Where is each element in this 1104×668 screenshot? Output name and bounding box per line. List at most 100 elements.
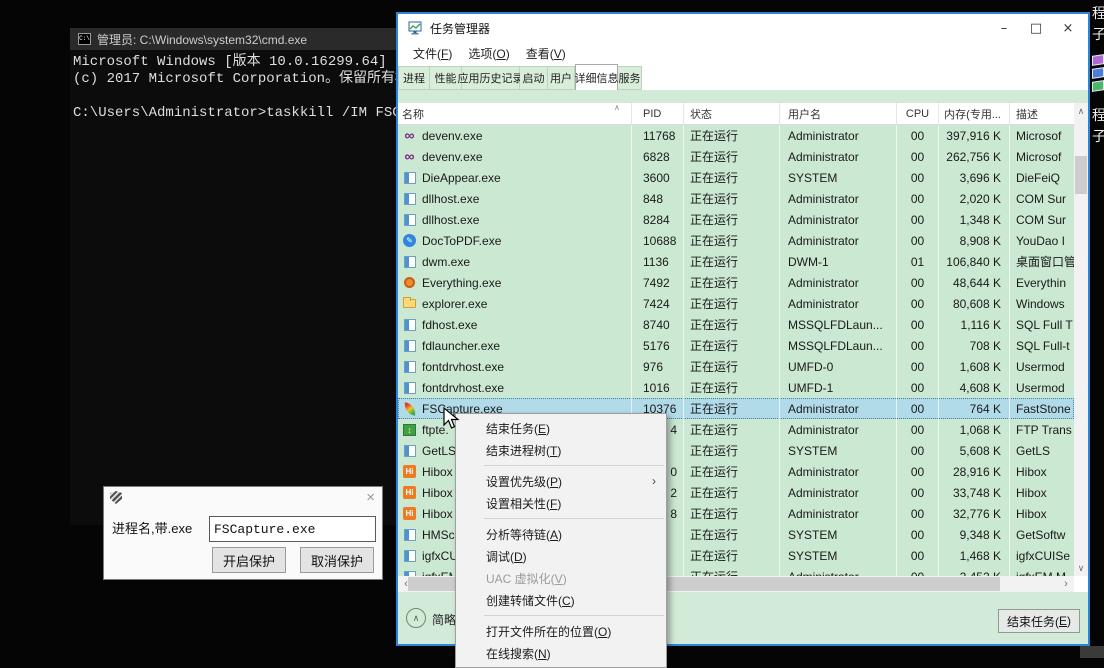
menubar-item-o[interactable]: 选项(O) [460, 45, 517, 62]
context-menu-item-c[interactable]: 创建转储文件(C) [456, 589, 666, 611]
table-row[interactable]: ∞devenv.exe 11768 正在运行 Administrator 00 … [398, 125, 1074, 146]
table-row[interactable]: fdlauncher.exe 5176 正在运行 MSSQLFDLaun... … [398, 335, 1074, 356]
table-row[interactable]: dllhost.exe 848 正在运行 Administrator 00 2,… [398, 188, 1074, 209]
menubar-item-v[interactable]: 查看(V) [518, 45, 574, 62]
menubar-item-f[interactable]: 文件(F) [405, 45, 460, 62]
column-header-cpu[interactable]: CPU [897, 103, 939, 124]
context-menu-item-t[interactable]: 结束进程树(T) [456, 439, 666, 461]
window-title: 任务管理器 [430, 20, 490, 37]
process-name-input[interactable] [209, 516, 376, 542]
process-icon [402, 548, 417, 563]
maximize-button[interactable]: □ [1020, 14, 1052, 42]
minimize-button[interactable]: – [988, 14, 1020, 42]
context-menu: 结束任务(E)结束进程树(T) 设置优先级(P)›设置相关性(F) 分析等待链(A)… [455, 413, 667, 668]
process-icon [402, 170, 417, 185]
task-manager-icon [408, 21, 422, 35]
window-background [398, 90, 1088, 103]
process-icon [402, 317, 417, 332]
column-header-user[interactable]: 用户名 [780, 103, 897, 124]
process-icon [402, 296, 417, 311]
cmd-window: C:\ 管理员: C:\Windows\system32\cmd.exe Mic… [70, 28, 397, 525]
protect-dialog: × 进程名,带.exe 开启保护 取消保护 [103, 486, 383, 580]
table-row[interactable]: explorer.exe 7424 正在运行 Administrator 00 … [398, 293, 1074, 314]
cmd-title: 管理员: C:\Windows\system32\cmd.exe [97, 31, 307, 48]
process-icon [402, 212, 417, 227]
tab-用户[interactable]: 用户 [548, 66, 575, 90]
context-menu-item-n[interactable]: 在线搜索(N) [456, 642, 666, 664]
desktop-app-icon[interactable] [1092, 55, 1104, 94]
table-row[interactable]: ∞devenv.exe 6828 正在运行 Administrator 00 2… [398, 146, 1074, 167]
tab-启动[interactable]: 启动 [520, 66, 548, 90]
process-icon: ✎ [402, 233, 417, 248]
process-icon [402, 569, 417, 576]
column-header-pid[interactable]: PID [632, 103, 684, 124]
submenu-arrow-icon: › [652, 474, 656, 488]
desktop-icon-label[interactable]: 程子 [1092, 105, 1104, 147]
process-icon [402, 275, 417, 290]
enable-protect-button[interactable]: 开启保护 [212, 547, 286, 573]
scroll-down-icon[interactable]: ∨ [1074, 560, 1088, 576]
cmd-icon: C:\ [78, 33, 91, 45]
vertical-scrollbar-thumb[interactable] [1075, 156, 1087, 194]
context-menu-item-d[interactable]: 调试(D) [456, 545, 666, 567]
process-icon [402, 191, 417, 206]
close-icon[interactable]: × [366, 489, 375, 506]
column-header-name[interactable]: 名称 [398, 103, 632, 124]
tab-服务[interactable]: 服务 [618, 66, 642, 90]
tab-详细信息[interactable]: 详细信息 [575, 64, 618, 90]
process-icon: Hi [402, 485, 417, 500]
tab-bar: 进程性能应用历史记录启动用户详细信息服务 [398, 64, 1088, 90]
context-menu-item-e[interactable]: 结束任务(E) [456, 417, 666, 439]
process-name-label: 进程名,带.exe [112, 518, 192, 537]
context-menu-item-p[interactable]: 设置优先级(P)› [456, 470, 666, 492]
table-row[interactable]: DieAppear.exe 3600 正在运行 SYSTEM 00 3,696 … [398, 167, 1074, 188]
process-icon [402, 380, 417, 395]
desktop-app-icon-layer [1092, 54, 1104, 66]
process-icon [402, 359, 417, 374]
process-icon: ∞ [402, 149, 417, 164]
desktop-icon-label[interactable]: 程子 [1092, 3, 1104, 45]
desktop-app-icon-layer [1092, 67, 1104, 79]
context-menu-item-a[interactable]: 分析等待链(A) [456, 523, 666, 545]
column-header-status[interactable]: 状态 [684, 103, 780, 124]
tab-进程[interactable]: 进程 [398, 66, 430, 90]
tab-应用历史记录[interactable]: 应用历史记录 [462, 66, 520, 90]
menu-bar: 文件(F)选项(O)查看(V) [398, 42, 1088, 64]
context-menu-item-o[interactable]: 打开文件所在的位置(O) [456, 620, 666, 642]
table-row[interactable]: dllhost.exe 8284 正在运行 Administrator 00 1… [398, 209, 1074, 230]
collapse-details-label[interactable]: 简略 [432, 611, 456, 628]
process-icon: ↕ [402, 422, 417, 437]
table-row[interactable]: fontdrvhost.exe 976 正在运行 UMFD-0 00 1,608… [398, 356, 1074, 377]
cmd-output[interactable]: Microsoft Windows [版本 10.0.16299.64] (c)… [70, 50, 397, 122]
scroll-right-icon[interactable]: › [1058, 576, 1074, 592]
close-button[interactable]: × [1052, 14, 1084, 42]
process-icon [402, 443, 417, 458]
table-row[interactable]: fdhost.exe 8740 正在运行 MSSQLFDLaun... 00 1… [398, 314, 1074, 335]
menu-separator [484, 518, 664, 519]
desktop-app-icon-layer [1092, 80, 1104, 92]
context-menu-item-f[interactable]: 设置相关性(F) [456, 492, 666, 514]
end-task-button[interactable]: 结束任务(E) [998, 609, 1080, 633]
process-icon [402, 338, 417, 353]
table-row[interactable]: ✎DocToPDF.exe 10688 正在运行 Administrator 0… [398, 230, 1074, 251]
column-header-mem[interactable]: 内存(专用... [939, 103, 1010, 124]
vertical-scrollbar[interactable]: ∧ ∨ [1074, 103, 1088, 576]
process-icon [402, 254, 417, 269]
cmd-output-text: Microsoft Windows [版本 10.0.16299.64] (c)… [73, 54, 395, 122]
sort-ascending-icon: ∧ [614, 103, 620, 112]
mouse-cursor [443, 407, 461, 431]
table-row[interactable]: dwm.exe 1136 正在运行 DWM-1 01 106,840 K 桌面窗… [398, 251, 1074, 272]
task-manager-titlebar[interactable]: 任务管理器 – □ × [398, 14, 1088, 42]
cmd-titlebar[interactable]: C:\ 管理员: C:\Windows\system32\cmd.exe [70, 28, 397, 50]
collapse-details-icon[interactable]: ∧ [406, 608, 426, 628]
scroll-up-icon[interactable]: ∧ [1074, 103, 1088, 119]
menu-separator [484, 615, 664, 616]
cancel-protect-button[interactable]: 取消保护 [300, 547, 374, 573]
process-icon: Hi [402, 464, 417, 479]
process-icon [402, 401, 417, 416]
table-row[interactable]: fontdrvhost.exe 1016 正在运行 UMFD-1 00 4,60… [398, 377, 1074, 398]
table-row[interactable]: Everything.exe 7492 正在运行 Administrator 0… [398, 272, 1074, 293]
process-icon: Hi [402, 506, 417, 521]
context-menu-item-v: UAC 虚拟化(V) [456, 567, 666, 589]
column-header-desc[interactable]: 描述 [1010, 103, 1074, 124]
